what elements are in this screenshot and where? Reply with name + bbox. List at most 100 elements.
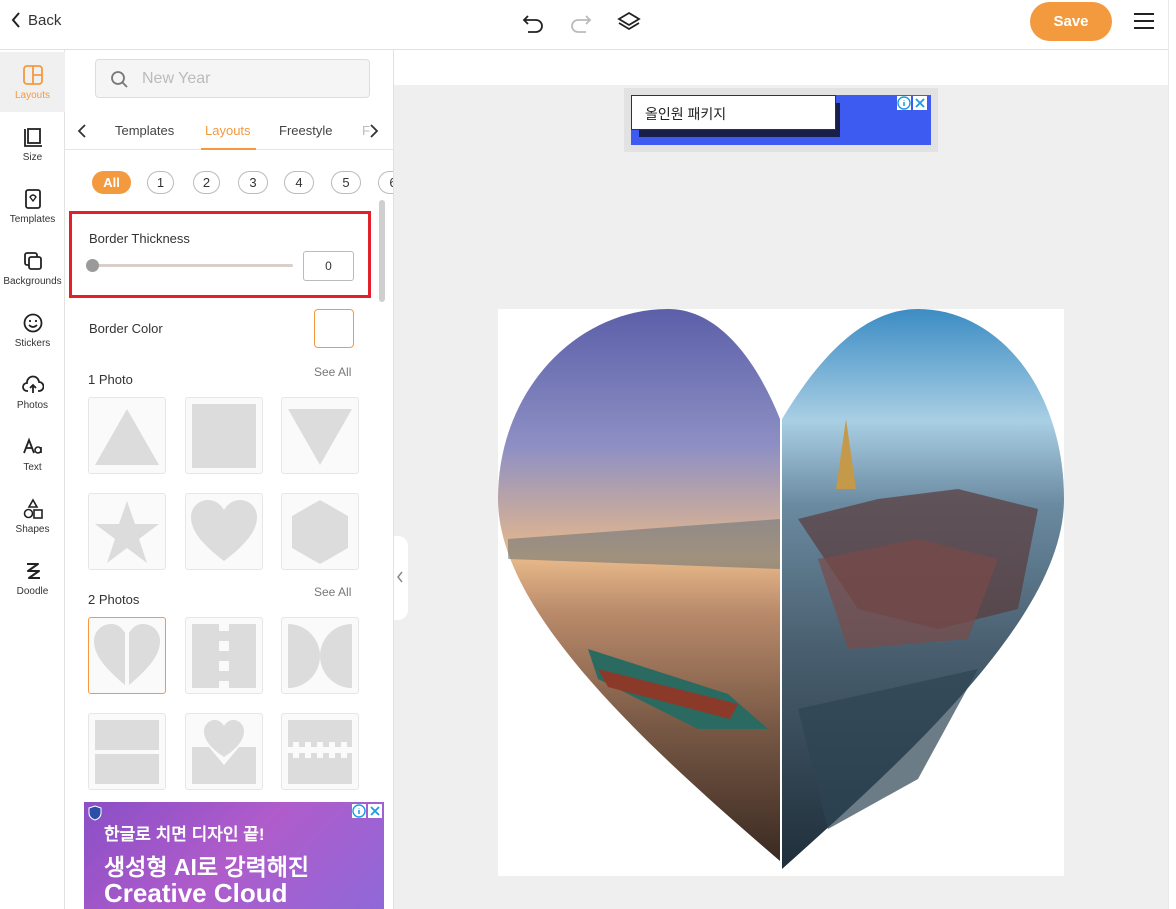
wave-split-shape-icon bbox=[288, 719, 352, 784]
active-tab-indicator bbox=[201, 148, 256, 150]
panel-tabs: Templates Layouts Freestyle F bbox=[65, 112, 393, 150]
border-color-label: Border Color bbox=[89, 321, 163, 336]
save-button[interactable]: Save bbox=[1030, 2, 1112, 41]
rail-label: Text bbox=[23, 462, 42, 473]
ad-line-3: Creative Cloud bbox=[104, 878, 288, 908]
top-advertisement[interactable]: 올인원 패키지 bbox=[631, 95, 931, 145]
layouts-icon bbox=[22, 65, 43, 85]
chip-all[interactable]: All bbox=[92, 171, 131, 194]
backgrounds-icon bbox=[23, 252, 42, 270]
back-button[interactable]: Back bbox=[10, 11, 61, 29]
heart-shape-icon bbox=[191, 499, 257, 561]
border-thickness-input[interactable]: 0 bbox=[303, 251, 354, 281]
split-heart-collage bbox=[498, 309, 1064, 869]
split-heart-shape-icon bbox=[94, 623, 160, 685]
rail-item-text[interactable]: Text bbox=[0, 424, 65, 484]
search-box[interactable] bbox=[95, 59, 370, 98]
redo-icon[interactable] bbox=[568, 10, 594, 36]
zigzag-split-shape-icon bbox=[192, 623, 256, 688]
collapse-panel-button[interactable] bbox=[394, 536, 408, 620]
chip-3[interactable]: 3 bbox=[238, 171, 268, 194]
tab-freestyle[interactable]: Freestyle bbox=[279, 123, 332, 138]
panel-scrollbar[interactable] bbox=[379, 200, 385, 302]
ad-info-icon[interactable] bbox=[352, 804, 366, 818]
see-all-1-photo[interactable]: See All bbox=[314, 365, 351, 379]
ad-close-icon[interactable] bbox=[913, 96, 927, 110]
rail-item-stickers[interactable]: Stickers bbox=[0, 300, 65, 360]
rail-label: Backgrounds bbox=[3, 276, 62, 287]
rail-label: Photos bbox=[16, 400, 49, 411]
ad-line-1: 한글로 치면 디자인 끝! bbox=[104, 825, 265, 844]
tabs-scroll-left-icon[interactable] bbox=[77, 124, 87, 138]
horizontal-split-shape-icon bbox=[95, 719, 159, 784]
layout-tile-square[interactable] bbox=[185, 397, 263, 474]
border-thickness-slider[interactable] bbox=[93, 264, 293, 267]
rail-label: Shapes bbox=[15, 524, 50, 535]
layout-tile-inverted-triangle[interactable] bbox=[281, 397, 359, 474]
layout-tile-star[interactable] bbox=[88, 493, 166, 570]
advertisement-banner[interactable]: 한글로 치면 디자인 끝! 생성형 AI로 강력해진 Creative Clou… bbox=[84, 802, 384, 909]
layout-tile-hexagon[interactable] bbox=[281, 493, 359, 570]
rail-item-size[interactable]: Size bbox=[0, 114, 65, 174]
layout-tile-split-heart[interactable] bbox=[88, 617, 166, 694]
rail-label: Size bbox=[22, 152, 43, 163]
search-icon bbox=[111, 71, 128, 88]
layout-tile-wave-split[interactable] bbox=[281, 713, 359, 790]
slider-thumb[interactable] bbox=[86, 259, 99, 272]
rail-label: Templates bbox=[9, 214, 56, 225]
text-icon bbox=[22, 437, 42, 454]
layout-tile-heart-cutout[interactable] bbox=[185, 713, 263, 790]
rail-item-backgrounds[interactable]: Backgrounds bbox=[0, 238, 65, 298]
collage-canvas[interactable] bbox=[498, 309, 1064, 876]
chevron-left-icon bbox=[11, 12, 20, 28]
section-title-2-photos: 2 Photos bbox=[88, 592, 140, 607]
rail-label: Stickers bbox=[14, 338, 51, 349]
rail-item-photos[interactable]: Photos bbox=[0, 362, 65, 422]
size-icon bbox=[23, 128, 42, 147]
layout-tile-horizontal-split[interactable] bbox=[88, 713, 166, 790]
doodle-icon bbox=[26, 563, 40, 579]
rail-item-layouts[interactable]: Layouts bbox=[0, 52, 65, 112]
layout-tile-triangle[interactable] bbox=[88, 397, 166, 474]
smiley-icon bbox=[23, 313, 42, 333]
chip-1[interactable]: 1 bbox=[147, 171, 174, 194]
triangle-shape-icon bbox=[95, 408, 159, 465]
star-shape-icon bbox=[95, 500, 159, 563]
layout-tile-zigzag-split[interactable] bbox=[185, 617, 263, 694]
back-label: Back bbox=[28, 11, 62, 29]
half-circles-shape-icon bbox=[288, 623, 352, 688]
undo-icon[interactable] bbox=[520, 10, 546, 36]
layout-tile-half-circles[interactable] bbox=[281, 617, 359, 694]
tab-layouts[interactable]: Layouts bbox=[205, 123, 251, 138]
hamburger-menu-icon[interactable] bbox=[1133, 12, 1155, 30]
photo-count-filter: All 1 2 3 4 5 6 bbox=[92, 170, 393, 196]
tool-rail: Layouts Size Templates Backgrounds Stick… bbox=[0, 50, 65, 909]
ad-top-controls bbox=[897, 96, 927, 110]
chip-2[interactable]: 2 bbox=[193, 171, 220, 194]
tab-templates[interactable]: Templates bbox=[115, 123, 174, 138]
layout-tile-heart[interactable] bbox=[185, 493, 263, 570]
ad-line-2: 생성형 AI로 강력해진 bbox=[104, 854, 310, 880]
rail-item-doodle[interactable]: Doodle bbox=[0, 548, 65, 608]
chip-4[interactable]: 4 bbox=[284, 171, 314, 194]
search-input[interactable] bbox=[142, 68, 352, 90]
rail-item-shapes[interactable]: Shapes bbox=[0, 486, 65, 546]
tabs-scroll-right-icon[interactable] bbox=[369, 124, 379, 138]
app: Back Save Layouts Size Templates Backgro… bbox=[0, 0, 1176, 909]
left-photo-beach bbox=[498, 309, 780, 861]
ad-info-icon[interactable] bbox=[897, 96, 911, 110]
inverted-triangle-shape-icon bbox=[288, 408, 352, 465]
ad-close-icon[interactable] bbox=[368, 804, 382, 818]
ad-text-box: 올인원 패키지 bbox=[631, 95, 836, 130]
square-shape-icon bbox=[192, 403, 256, 468]
see-all-2-photos[interactable]: See All bbox=[314, 585, 351, 599]
layers-icon[interactable] bbox=[616, 10, 642, 36]
page-scrollbar[interactable] bbox=[1168, 0, 1176, 909]
templates-icon bbox=[24, 189, 41, 209]
shapes-icon bbox=[23, 498, 43, 519]
top-bar: Back Save bbox=[0, 0, 1168, 50]
border-color-swatch[interactable] bbox=[314, 309, 354, 348]
chip-6[interactable]: 6 bbox=[378, 171, 393, 194]
rail-item-templates[interactable]: Templates bbox=[0, 176, 65, 236]
chip-5[interactable]: 5 bbox=[331, 171, 361, 194]
